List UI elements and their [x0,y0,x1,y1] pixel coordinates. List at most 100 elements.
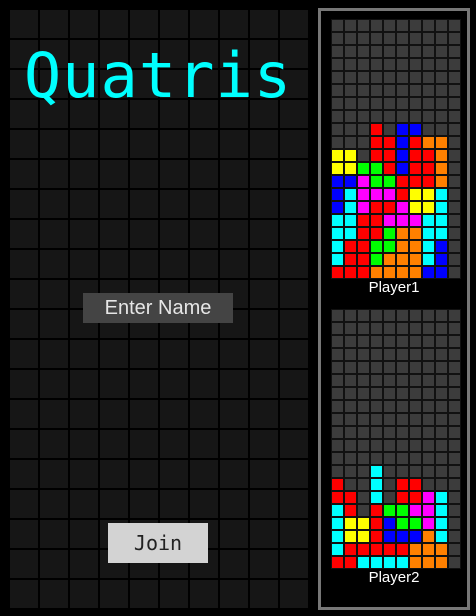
board-block [383,556,396,569]
board-block [435,149,448,162]
board-block [370,149,383,162]
board-cell [448,84,461,97]
board-cell [448,19,461,32]
board-cell [409,110,422,123]
board-cell [344,426,357,439]
board-block [422,162,435,175]
board-cell [344,32,357,45]
board-cell [448,530,461,543]
board-cell [448,253,461,266]
board-cell [422,426,435,439]
board-block [383,175,396,188]
board-block [357,214,370,227]
board-cell [448,452,461,465]
board-cell [396,387,409,400]
board-cell [409,97,422,110]
board-cell [409,45,422,58]
board-block [344,504,357,517]
board-cell [409,32,422,45]
board-cell [357,387,370,400]
board-cell [331,123,344,136]
board-block [396,240,409,253]
board-block [435,543,448,556]
board-block [357,517,370,530]
board-block [344,201,357,214]
player-name-input[interactable] [83,293,233,323]
board-block [435,188,448,201]
board-cell [344,335,357,348]
board-block [370,175,383,188]
board-cell [435,465,448,478]
board-cell [357,478,370,491]
board-cell [357,426,370,439]
board-cell [422,322,435,335]
board-block [435,491,448,504]
board-block [370,266,383,279]
board-cell [422,19,435,32]
board-cell [344,452,357,465]
board-block [344,149,357,162]
board-cell [357,149,370,162]
board-block [344,214,357,227]
board-cell [383,45,396,58]
board-cell [396,110,409,123]
board-block [409,175,422,188]
board-block [344,188,357,201]
board-block [435,175,448,188]
join-button[interactable]: Join [108,523,208,563]
board-cell [357,439,370,452]
board-cell [435,413,448,426]
board-block [409,136,422,149]
board-cell [448,465,461,478]
board-block [357,162,370,175]
board-cell [409,309,422,322]
board-cell [448,227,461,240]
board-block [357,201,370,214]
board-cell [344,465,357,478]
board-cell [409,374,422,387]
board-cell [357,110,370,123]
board-cell [396,32,409,45]
board-block [370,478,383,491]
board-block [331,517,344,530]
board-cell [448,543,461,556]
board-block [344,530,357,543]
board-cell [370,439,383,452]
game-lobby-panel: Quatris Join [8,8,308,608]
board-block [409,266,422,279]
board-cell [435,45,448,58]
board-block [435,162,448,175]
board-cell [383,426,396,439]
board-block [409,201,422,214]
board-block [422,136,435,149]
board-cell [448,240,461,253]
board-block [344,266,357,279]
game-title: Quatris [23,39,293,112]
board-cell [422,32,435,45]
board-cell [344,361,357,374]
board-cell [422,335,435,348]
board-cell [409,19,422,32]
board-block [396,201,409,214]
board-block [409,517,422,530]
board-block [370,491,383,504]
board-block [344,556,357,569]
board-block [422,149,435,162]
board-cell [357,361,370,374]
board-block [331,491,344,504]
board-block [357,556,370,569]
board-cell [396,400,409,413]
board-cell [448,517,461,530]
board-cell [383,439,396,452]
board-block [383,530,396,543]
board-cell [357,452,370,465]
board-cell [370,32,383,45]
board-cell [448,491,461,504]
board-cell [435,426,448,439]
board-cell [383,97,396,110]
board-block [396,491,409,504]
board-cell [435,439,448,452]
board-cell [422,387,435,400]
board-block [370,162,383,175]
board-cell [331,309,344,322]
